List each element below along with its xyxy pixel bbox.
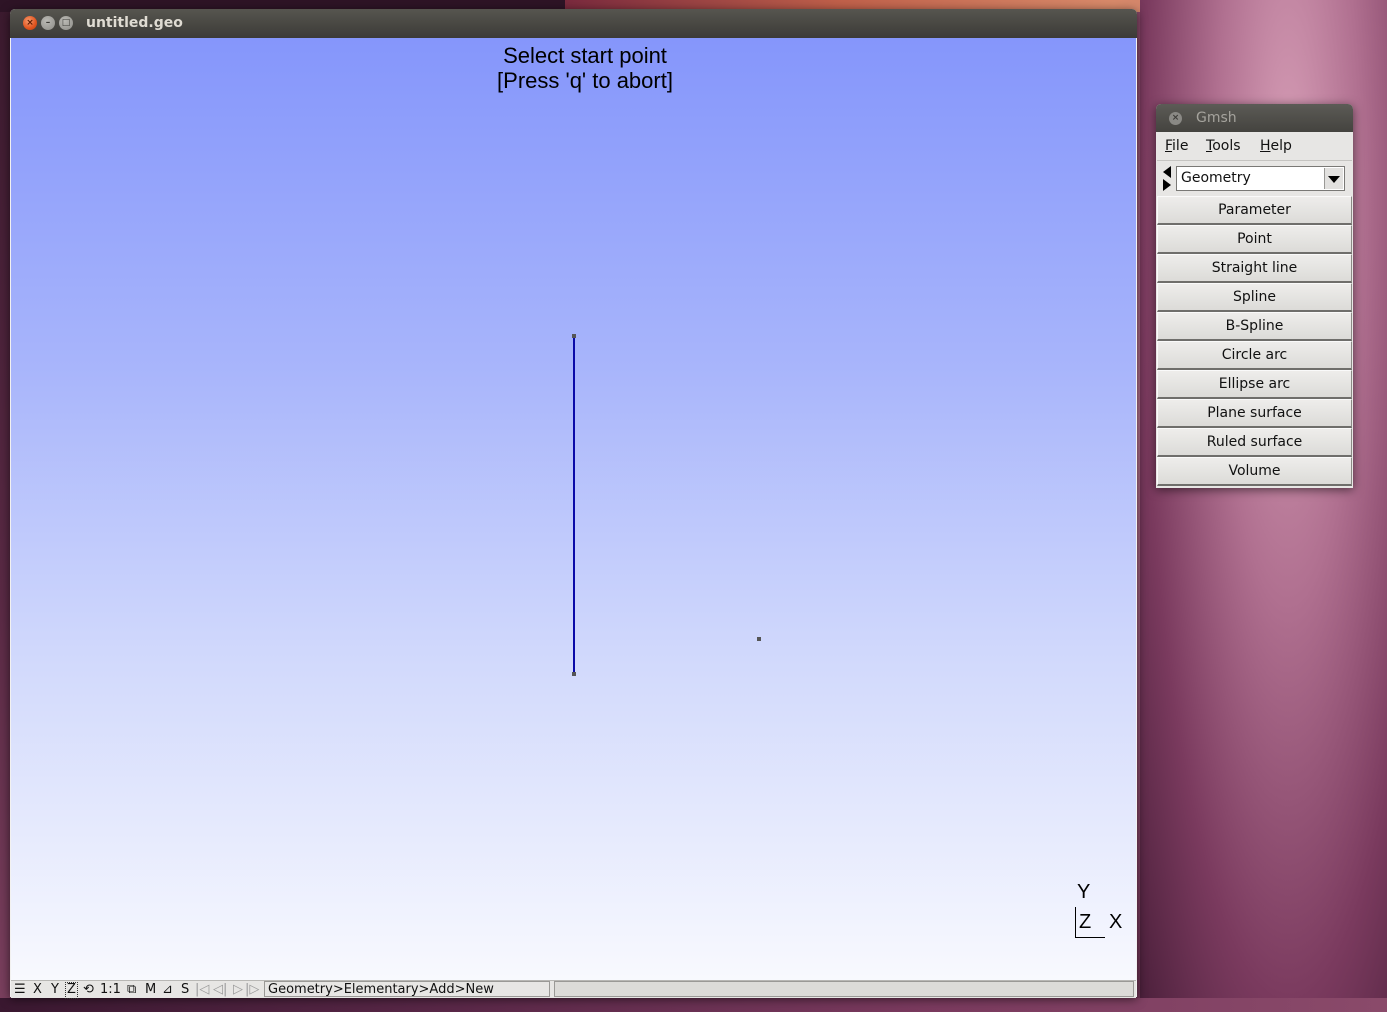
- back-arrow-icon[interactable]: [1163, 166, 1171, 178]
- ortho-toggle-icon[interactable]: ⧉: [127, 982, 136, 997]
- axes-indicator: Y Z X: [1073, 881, 1133, 939]
- status-bar: ☰ X Y Z ⟲ 1:1 ⧉ M ⊿ S |◁ ◁| ▷ |▷ Geometr…: [11, 980, 1136, 999]
- snapshot-button[interactable]: S: [181, 982, 189, 997]
- menu-help-label: elp: [1270, 138, 1292, 154]
- geometry-button-list: Parameter Point Straight line Spline B-S…: [1157, 196, 1352, 486]
- geometry-point[interactable]: [757, 637, 761, 641]
- volume-button[interactable]: Volume: [1157, 457, 1352, 486]
- last-step-icon[interactable]: |▷: [245, 982, 259, 997]
- main-graphic-window: × – □ untitled.geo Select start point [P…: [10, 9, 1137, 999]
- menu-bar: File Tools Help: [1157, 134, 1352, 161]
- view-x-button[interactable]: X: [33, 982, 42, 997]
- prompt-line-2: [Press 'q' to abort]: [497, 68, 673, 93]
- menu-tools-label: ools: [1212, 138, 1241, 154]
- close-icon[interactable]: ×: [1169, 112, 1182, 125]
- window-titlebar[interactable]: × – □ untitled.geo: [10, 9, 1137, 38]
- geometry-point[interactable]: [572, 334, 576, 338]
- view-z-button[interactable]: Z: [65, 982, 78, 999]
- window-title: untitled.geo: [86, 15, 183, 31]
- gmsh-menu-window: × Gmsh File Tools Help Geometry Paramete…: [1156, 104, 1353, 488]
- gmsh-title: Gmsh: [1196, 110, 1237, 126]
- status-progress: [554, 981, 1134, 997]
- menu-file[interactable]: File: [1165, 138, 1188, 154]
- module-select[interactable]: Geometry: [1176, 166, 1345, 191]
- menu-help[interactable]: Help: [1260, 138, 1292, 154]
- geometry-line[interactable]: [573, 336, 575, 675]
- parameter-button[interactable]: Parameter: [1157, 196, 1352, 225]
- play-icon[interactable]: ▷: [233, 982, 243, 997]
- plane-surface-button[interactable]: Plane surface: [1157, 399, 1352, 428]
- b-spline-button[interactable]: B-Spline: [1157, 312, 1352, 341]
- opengl-canvas[interactable]: Select start point [Press 'q' to abort] …: [11, 38, 1136, 980]
- spline-button[interactable]: Spline: [1157, 283, 1352, 312]
- axis-x-label: X: [1109, 911, 1123, 933]
- prompt-line-1: Select start point: [503, 43, 667, 68]
- forward-arrow-icon[interactable]: [1163, 179, 1171, 191]
- ruled-surface-button[interactable]: Ruled surface: [1157, 428, 1352, 457]
- menu-help-mnemonic: H: [1260, 138, 1271, 154]
- scale-reset-button[interactable]: 1:1: [100, 982, 121, 997]
- axis-z-label: Z: [1079, 911, 1092, 933]
- select-icon[interactable]: ⊿: [162, 982, 173, 997]
- first-step-icon[interactable]: |◁: [195, 982, 209, 997]
- point-button[interactable]: Point: [1157, 225, 1352, 254]
- geometry-point[interactable]: [572, 672, 576, 676]
- mesh-toggle-button[interactable]: M: [145, 982, 156, 997]
- menu-file-label: ile: [1172, 138, 1189, 154]
- axis-y-line: [1075, 907, 1076, 937]
- minimize-window-icon[interactable]: –: [41, 16, 55, 30]
- module-select-value: Geometry: [1181, 170, 1251, 186]
- tree-navigation-arrows[interactable]: [1162, 166, 1172, 192]
- axis-x-line: [1075, 937, 1105, 938]
- gmsh-titlebar[interactable]: × Gmsh: [1156, 104, 1353, 132]
- close-window-icon[interactable]: ×: [23, 16, 37, 30]
- menu-toggle-icon[interactable]: ☰: [14, 982, 26, 997]
- desktop-background-bottom: [0, 998, 1387, 1012]
- prev-step-icon[interactable]: ◁|: [213, 982, 227, 997]
- view-y-button[interactable]: Y: [51, 982, 59, 997]
- rotate-icon[interactable]: ⟲: [83, 982, 94, 997]
- module-selector-row: Geometry: [1157, 162, 1352, 196]
- ellipse-arc-button[interactable]: Ellipse arc: [1157, 370, 1352, 399]
- selection-prompt: Select start point [Press 'q' to abort]: [11, 43, 1136, 93]
- circle-arc-button[interactable]: Circle arc: [1157, 341, 1352, 370]
- dropdown-button[interactable]: [1324, 168, 1343, 189]
- chevron-down-icon: [1328, 176, 1340, 183]
- menu-tools[interactable]: Tools: [1206, 138, 1241, 154]
- maximize-window-icon[interactable]: □: [59, 16, 73, 30]
- menu-file-mnemonic: F: [1165, 138, 1173, 154]
- straight-line-button[interactable]: Straight line: [1157, 254, 1352, 283]
- axis-y-label: Y: [1077, 881, 1091, 903]
- status-path: Geometry>Elementary>Add>New: [264, 981, 550, 997]
